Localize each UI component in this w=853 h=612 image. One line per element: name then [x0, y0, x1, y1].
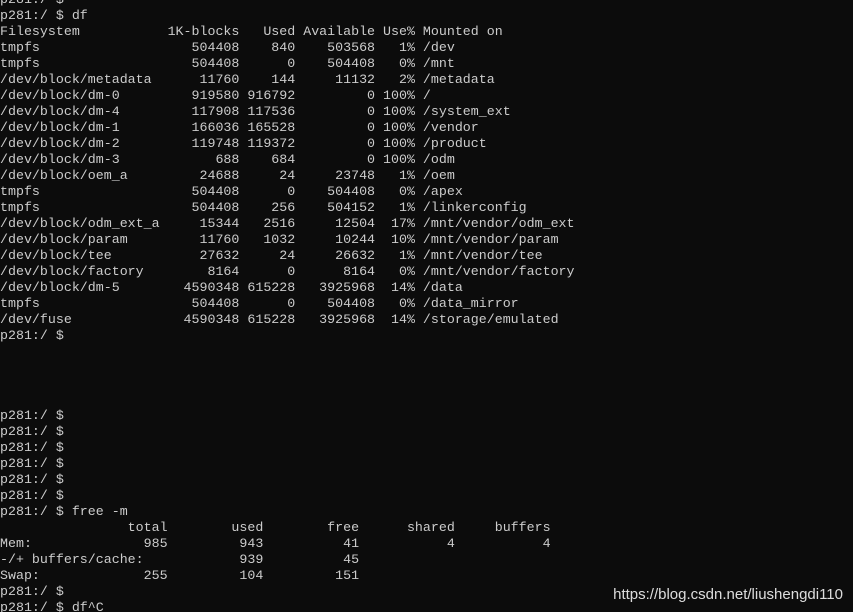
watermark-text: https://blog.csdn.net/liushengdi110 — [613, 586, 843, 603]
terminal-line: /dev/block/dm-4 117908 117536 0 100% /sy… — [0, 104, 511, 119]
terminal-line: /dev/fuse 4590348 615228 3925968 14% /st… — [0, 312, 559, 327]
terminal-output[interactable]: p281:/ $p281:/ $ dfFilesystem 1K-blocks … — [0, 0, 853, 612]
terminal-line: /dev/block/dm-0 919580 916792 0 100% / — [0, 88, 431, 103]
terminal-line: tmpfs 504408 0 504408 0% /data_mirror — [0, 296, 519, 311]
terminal-line: p281:/ $ — [0, 472, 64, 487]
terminal-line: /dev/block/oem_a 24688 24 23748 1% /oem — [0, 168, 455, 183]
terminal-line: /dev/block/tee 27632 24 26632 1% /mnt/ve… — [0, 248, 543, 263]
terminal-line: /dev/block/factory 8164 0 8164 0% /mnt/v… — [0, 264, 575, 279]
terminal-line: tmpfs 504408 840 503568 1% /dev — [0, 40, 455, 55]
terminal-line: tmpfs 504408 0 504408 0% /mnt — [0, 56, 455, 71]
terminal-line: /dev/block/param 11760 1032 10244 10% /m… — [0, 232, 559, 247]
terminal-line: p281:/ $ df — [0, 8, 88, 23]
terminal-line: p281:/ $ — [0, 328, 64, 343]
terminal-line: p281:/ $ — [0, 424, 64, 439]
terminal-line: tmpfs 504408 0 504408 0% /apex — [0, 184, 463, 199]
terminal-line: p281:/ $ — [0, 440, 64, 455]
terminal-line: /dev/block/odm_ext_a 15344 2516 12504 17… — [0, 216, 575, 231]
terminal-line: /dev/block/dm-5 4590348 615228 3925968 1… — [0, 280, 463, 295]
terminal-line: p281:/ $ — [0, 408, 64, 423]
terminal-line: p281:/ $ free -m — [0, 504, 128, 519]
terminal-line: Swap: 255 104 151 — [0, 568, 360, 583]
terminal-line: /dev/block/dm-1 166036 165528 0 100% /ve… — [0, 120, 479, 135]
terminal-line: -/+ buffers/cache: 939 45 — [0, 552, 360, 567]
terminal-line: total used free shared buffers — [0, 520, 551, 535]
terminal-line: p281:/ $ — [0, 488, 64, 503]
terminal-line: /dev/block/dm-2 119748 119372 0 100% /pr… — [0, 136, 487, 151]
terminal-line: p281:/ $ — [0, 456, 64, 471]
terminal-line: /dev/block/dm-3 688 684 0 100% /odm — [0, 152, 455, 167]
terminal-line: p281:/ $ — [0, 0, 853, 8]
terminal-line: /dev/block/metadata 11760 144 11132 2% /… — [0, 72, 495, 87]
terminal-line: Filesystem 1K-blocks Used Available Use%… — [0, 24, 503, 39]
terminal-line: Mem: 985 943 41 4 4 — [0, 536, 551, 551]
terminal-line: tmpfs 504408 256 504152 1% /linkerconfig — [0, 200, 527, 215]
